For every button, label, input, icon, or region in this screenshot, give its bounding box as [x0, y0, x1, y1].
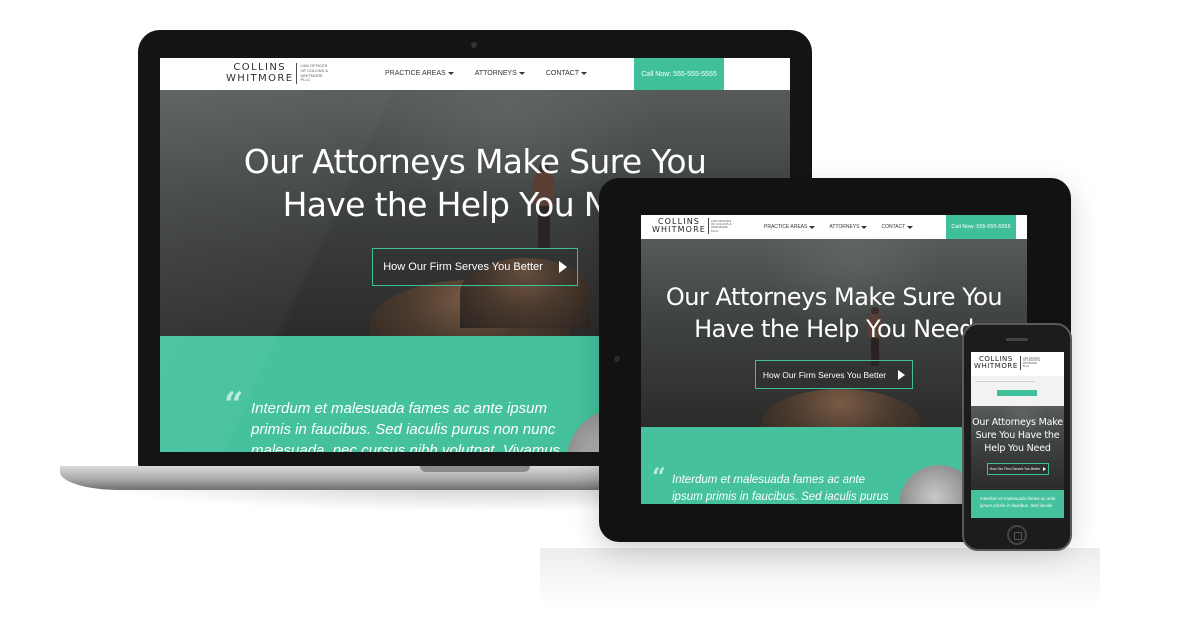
- logo-subtitle: LAW OFFICES OF COLLINS & WHITMORE PLLC: [1022, 357, 1040, 370]
- site-header: COLLINS WHITMORE LAW OFFICES OF COLLINS …: [641, 215, 1027, 239]
- call-now-button[interactable]: Call Now: 555-555-5555: [634, 58, 724, 90]
- testimonial-line2: ipsum primis in faucibus. Sed iaculis: [980, 502, 1053, 508]
- logo-line2: WHITMORE: [226, 72, 294, 84]
- caret-down-icon: [518, 72, 525, 75]
- caret-down-icon: [581, 72, 588, 75]
- logo[interactable]: COLLINS WHITMORE LAW OFFICES OF COLLINS …: [226, 62, 328, 84]
- testimonial-line1: Interdum et malesuada fames ac ante: [672, 474, 866, 486]
- play-arrow-icon: [898, 369, 906, 380]
- phone-home-button: [1007, 525, 1027, 545]
- hero-section: Our Attorneys Make Sure You Have the Hel…: [971, 406, 1064, 490]
- hero-cta-label: How Our Firm Serves You Better: [383, 261, 543, 273]
- testimonial-section: Interdum et malesuada fames ac ante ipsu…: [971, 490, 1064, 518]
- play-arrow-icon: [558, 261, 567, 273]
- logo-name: COLLINS WHITMORE: [226, 62, 294, 84]
- hero-cta-label: How Our Firm Serves You Better: [762, 369, 887, 380]
- testimonial-line1: Interdum et malesuada fames ac ante ipsu…: [251, 400, 547, 417]
- hero-cta-label: How Our Firm Serves You Better: [989, 467, 1041, 471]
- caret-down-icon: [809, 225, 816, 229]
- testimonial-quote: Interdum et malesuada fames ac ante ipsu…: [980, 496, 1056, 509]
- nav-contact[interactable]: CONTACT: [545, 70, 588, 77]
- nav-contact[interactable]: CONTACT: [881, 224, 914, 230]
- logo-line1: COLLINS: [233, 62, 286, 73]
- logo-name: COLLINS WHITMORE: [652, 217, 706, 235]
- caret-down-icon: [861, 225, 868, 229]
- hero-title-line2: Sure You Have the: [975, 430, 1060, 441]
- site-header: COLLINS WHITMORE LAW OFFICES OF COLLINS …: [971, 352, 1064, 376]
- nav-practice-areas[interactable]: PRACTICE AREAS: [385, 70, 454, 77]
- testimonial-line1: Interdum et malesuada fames ac ante: [980, 496, 1056, 501]
- hero-cta-button[interactable]: How Our Firm Serves You Better: [987, 463, 1049, 475]
- testimonial-line3: malesuada, nec cursus nibh volutpat. Viv…: [251, 442, 561, 452]
- tablet-camera: [614, 356, 620, 362]
- caret-down-icon: [447, 72, 454, 75]
- nav-attorneys[interactable]: ATTORNEYS: [475, 70, 525, 77]
- logo-name: COLLINS WHITMORE: [974, 355, 1018, 371]
- phone-call-button[interactable]: [997, 390, 1037, 396]
- hero-title-line1: Our Attorneys Make Sure You: [665, 283, 1003, 311]
- nav-attorneys-label: ATTORNEYS: [474, 70, 517, 77]
- phone-menu-line: [975, 381, 1035, 382]
- main-nav: PRACTICE AREAS ATTORNEYS CONTACT: [385, 70, 588, 77]
- logo-sub-4: PLLC: [710, 228, 719, 233]
- nav-practice-areas[interactable]: PRACTICE AREAS: [764, 224, 816, 230]
- hero-title-line3: Help You Need: [984, 443, 1051, 454]
- nav-contact-label: CONTACT: [881, 224, 906, 230]
- quote-icon: “: [224, 385, 244, 425]
- logo-divider: [296, 63, 298, 84]
- hero-title-line1: Our Attorneys Make: [972, 417, 1063, 428]
- logo[interactable]: COLLINS WHITMORE LAW OFFICES OF COLLINS …: [974, 355, 1040, 371]
- logo[interactable]: COLLINS WHITMORE LAW OFFICES OF COLLINS …: [652, 217, 732, 235]
- nav-contact-label: CONTACT: [545, 70, 580, 77]
- main-nav: PRACTICE AREAS ATTORNEYS CONTACT: [764, 224, 914, 230]
- hero-rock: [761, 389, 921, 427]
- testimonial-quote: Interdum et malesuada fames ac ante ipsu…: [251, 398, 560, 452]
- nav-attorneys[interactable]: ATTORNEYS: [829, 224, 868, 230]
- tablet-reflection: [540, 548, 1100, 608]
- phone-nav-bar[interactable]: [971, 376, 1064, 406]
- logo-subtitle: LAW OFFICES OF COLLINS & WHITMORE PLLC: [300, 64, 328, 82]
- call-now-button[interactable]: Call Now: 555-555-5555: [946, 215, 1016, 239]
- hero-cta-button[interactable]: How Our Firm Serves You Better: [372, 248, 578, 286]
- hero-title: Our Attorneys Make Sure You Have the Hel…: [971, 416, 1064, 455]
- logo-subtitle: LAW OFFICES OF COLLINS & WHITMORE PLLC: [710, 219, 732, 234]
- laptop-notch: [420, 466, 530, 472]
- site-header: COLLINS WHITMORE LAW OFFICES OF COLLINS …: [160, 58, 790, 90]
- logo-divider: [707, 218, 709, 235]
- logo-sub-4: PLLC: [300, 77, 311, 83]
- logo-divider: [1019, 356, 1021, 371]
- testimonial-line2: primis in faucibus. Sed iaculis purus no…: [251, 421, 556, 438]
- caret-down-icon: [907, 225, 914, 229]
- hero-cta-button[interactable]: How Our Firm Serves You Better: [755, 360, 913, 389]
- nav-practice-areas-label: PRACTICE AREAS: [385, 70, 446, 77]
- logo-line2: WHITMORE: [652, 225, 706, 235]
- laptop-camera: [471, 42, 477, 48]
- play-arrow-icon: [1043, 467, 1047, 471]
- nav-attorneys-label: ATTORNEYS: [829, 224, 860, 230]
- testimonial-line2: ipsum primis in faucibus. Sed iaculis pu…: [672, 491, 889, 503]
- phone-speaker: [1006, 338, 1028, 341]
- logo-sub-4: PLLC: [1022, 365, 1030, 369]
- testimonial-quote: Interdum et malesuada fames ac ante ipsu…: [672, 472, 889, 504]
- phone-screen: COLLINS WHITMORE LAW OFFICES OF COLLINS …: [971, 352, 1064, 518]
- hero-title-line1: Our Attorneys Make Sure You: [243, 142, 707, 181]
- quote-icon: “: [652, 462, 666, 491]
- nav-practice-areas-label: PRACTICE AREAS: [764, 224, 808, 230]
- logo-line2: WHITMORE: [974, 362, 1018, 371]
